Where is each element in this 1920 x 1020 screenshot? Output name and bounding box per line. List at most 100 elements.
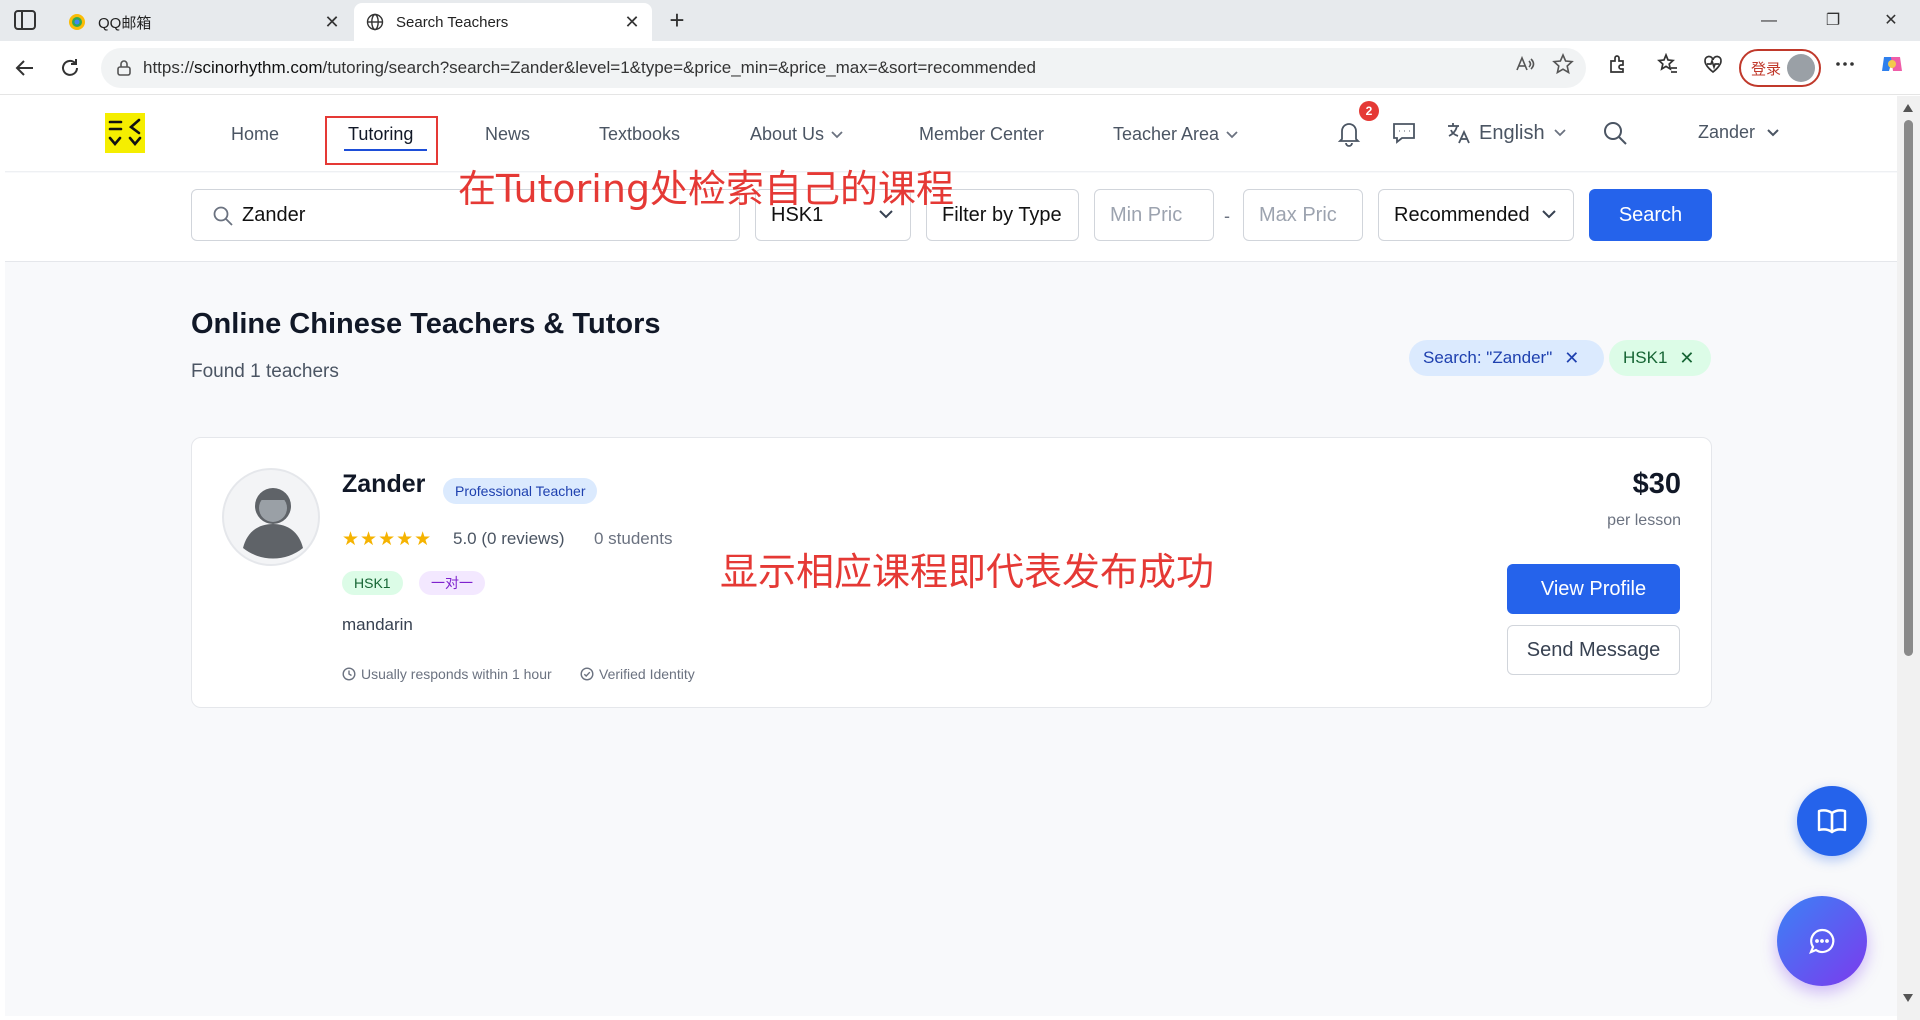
min-price-placeholder: Min Pric <box>1110 203 1183 226</box>
nav-teacher-area-label: Teacher Area <box>1113 124 1220 144</box>
close-icon[interactable]: ✕ <box>324 12 340 33</box>
chevron-down-icon <box>1542 210 1556 219</box>
web-page: Home Tutoring News Textbooks About Us Me… <box>5 96 1897 1016</box>
page-scrollbar[interactable] <box>1897 96 1920 1020</box>
close-icon[interactable]: ✕ <box>624 12 640 33</box>
teacher-badge: Professional Teacher <box>443 478 598 504</box>
back-icon[interactable] <box>10 53 40 83</box>
view-profile-button[interactable]: View Profile <box>1507 564 1680 614</box>
chevron-down-icon <box>1226 131 1238 139</box>
search-icon[interactable] <box>1601 119 1629 147</box>
read-aloud-icon[interactable] <box>1512 51 1538 77</box>
globe-icon <box>366 13 384 31</box>
tag-lesson-mode: 一对一 <box>419 571 485 595</box>
url-host: scinorhythm.com <box>194 58 323 77</box>
price: $30 <box>1632 468 1681 500</box>
sort-select-value: Recommended <box>1394 203 1530 226</box>
textbook-fab[interactable] <box>1797 786 1867 856</box>
response-time-label: Usually responds within 1 hour <box>361 666 552 682</box>
window-close-icon[interactable]: ✕ <box>1876 6 1906 36</box>
type-filter-label: Filter by Type <box>942 203 1062 226</box>
scrollbar-thumb[interactable] <box>1904 120 1913 656</box>
annotation-success-hint: 显示相应课程即代表发布成功 <box>720 550 1215 594</box>
nav-news[interactable]: News <box>485 124 530 145</box>
nav-home[interactable]: Home <box>231 124 279 145</box>
max-price-placeholder: Max Pric <box>1259 203 1337 226</box>
send-message-button[interactable]: Send Message <box>1507 625 1680 675</box>
refresh-icon[interactable] <box>55 53 85 83</box>
rating-text: 5.0 (0 reviews) <box>453 529 565 548</box>
bell-icon[interactable] <box>1334 118 1364 148</box>
chat-fab[interactable] <box>1777 896 1867 986</box>
login-button[interactable]: 登录 <box>1739 49 1821 87</box>
user-menu[interactable]: Zander <box>1698 122 1780 143</box>
tab-title: QQ邮箱 <box>98 14 152 32</box>
rating-stars: ★★★★★ <box>342 529 433 550</box>
url-path: /tutoring/search?search=Zander&level=1&t… <box>322 58 1036 77</box>
sort-select[interactable]: Recommended <box>1378 189 1574 241</box>
response-time: Usually responds within 1 hour <box>342 666 552 682</box>
nav-teacher-area[interactable]: Teacher Area <box>1113 124 1239 145</box>
translate-icon <box>1448 123 1470 144</box>
language-label: English <box>1479 121 1545 144</box>
filter-chip-level: HSK1 ✕ <box>1609 340 1711 376</box>
notification-badge: 2 <box>1359 101 1379 121</box>
minimize-icon[interactable]: — <box>1754 6 1784 36</box>
filter-chip-label: Search: "Zander" <box>1423 348 1553 367</box>
chevron-down-icon <box>1553 129 1566 137</box>
avatar <box>1787 54 1815 82</box>
tab-search-teachers[interactable]: Search Teachers ✕ <box>354 3 652 41</box>
nav-textbooks[interactable]: Textbooks <box>599 124 680 145</box>
tab-qq-mail[interactable]: QQ邮箱 ✕ <box>56 3 352 41</box>
site-logo[interactable] <box>105 113 145 153</box>
close-icon[interactable]: ✕ <box>1564 348 1579 369</box>
book-icon <box>1817 809 1847 834</box>
star-icon[interactable] <box>1550 51 1576 77</box>
annotation-search-hint: 在Tutoring处检索自己的课程 <box>458 167 955 211</box>
lock-icon[interactable] <box>115 59 133 77</box>
close-icon[interactable]: ✕ <box>1679 348 1694 369</box>
scroll-up-icon[interactable] <box>1903 104 1913 112</box>
search-button[interactable]: Search <box>1589 189 1712 241</box>
browser-address-bar: https://scinorhythm.com/tutoring/search?… <box>0 41 1920 95</box>
teacher-language: mandarin <box>342 615 413 634</box>
url-field[interactable]: https://scinorhythm.com/tutoring/search?… <box>101 48 1586 88</box>
nav-member-center[interactable]: Member Center <box>919 124 1044 145</box>
teacher-card[interactable]: Zander Professional Teacher ★★★★★ 5.0 (0… <box>191 437 1712 708</box>
extensions-icon[interactable] <box>1605 51 1631 77</box>
teacher-name[interactable]: Zander <box>342 470 425 499</box>
sidebar-icon[interactable] <box>14 10 36 30</box>
copilot-icon[interactable] <box>1879 51 1905 77</box>
chevron-down-icon <box>831 131 843 139</box>
favorites-icon[interactable] <box>1655 51 1681 77</box>
search-input-value: Zander <box>242 203 306 226</box>
verified-identity: Verified Identity <box>580 666 695 682</box>
price-separator: - <box>1224 206 1230 226</box>
more-icon[interactable] <box>1832 51 1858 77</box>
clock-icon <box>342 667 356 681</box>
url-text: https://scinorhythm.com/tutoring/search?… <box>143 58 1473 78</box>
teacher-avatar[interactable] <box>222 468 320 566</box>
check-circle-icon <box>580 667 594 681</box>
message-icon <box>1809 928 1835 954</box>
price-unit: per lesson <box>1607 512 1681 529</box>
page-title: Online Chinese Teachers & Tutors <box>191 308 661 340</box>
min-price-input[interactable]: Min Pric <box>1094 189 1214 241</box>
login-label: 登录 <box>1751 60 1782 78</box>
search-icon <box>213 206 233 226</box>
tag-level: HSK1 <box>342 571 403 595</box>
nav-about[interactable]: About Us <box>750 124 844 145</box>
nav-about-label: About Us <box>750 124 825 144</box>
chat-icon[interactable] <box>1390 119 1418 147</box>
plus-icon[interactable]: + <box>662 6 692 36</box>
results-count: Found 1 teachers <box>191 361 339 382</box>
chevron-down-icon <box>1767 129 1779 137</box>
health-icon[interactable] <box>1700 51 1726 77</box>
restore-icon[interactable]: ❐ <box>1818 6 1848 36</box>
scroll-down-icon[interactable] <box>1903 994 1913 1002</box>
filter-chip-search: Search: "Zander" ✕ <box>1409 340 1604 376</box>
filter-chip-label: HSK1 <box>1623 348 1668 367</box>
max-price-input[interactable]: Max Pric <box>1243 189 1363 241</box>
tab-title: Search Teachers <box>396 13 509 31</box>
language-selector[interactable]: English <box>1445 120 1575 146</box>
